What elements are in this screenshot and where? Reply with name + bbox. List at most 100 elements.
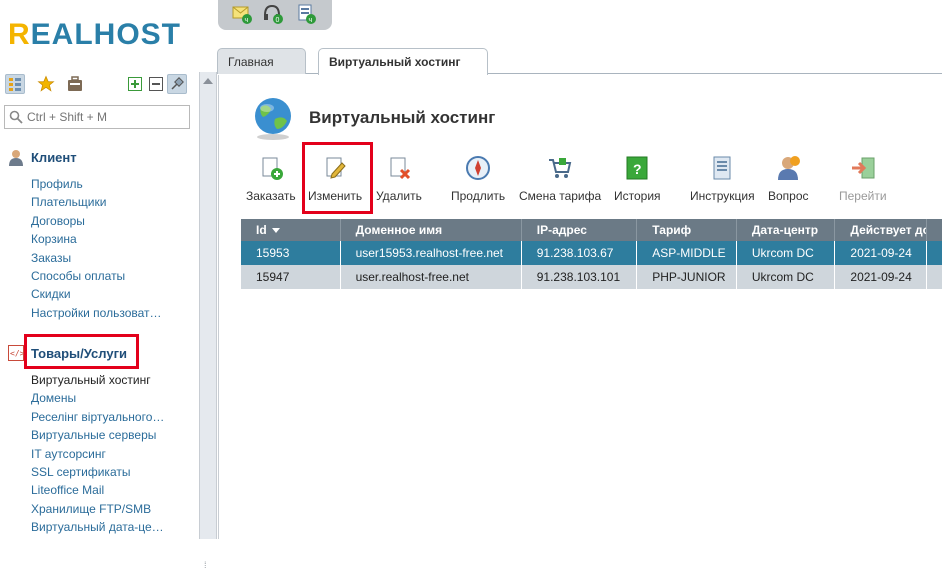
realhost-logo[interactable]: REALHOST [8, 20, 181, 50]
cell-domain: user15953.realhost-free.net [341, 241, 522, 265]
sidebar-item-profile[interactable]: Профиль [31, 175, 162, 193]
change-tariff-button-label: Смена тарифа [519, 189, 602, 203]
table-row[interactable]: 15947 user.realhost-free.net 91.238.103.… [241, 265, 942, 289]
sort-desc-icon [271, 228, 280, 234]
column-header-id[interactable]: Id [241, 219, 341, 241]
delete-button[interactable]: Удалить [376, 155, 422, 203]
tab-home[interactable]: Главная [217, 48, 306, 74]
client-user-icon [9, 149, 23, 166]
briefcase-icon[interactable] [65, 74, 85, 94]
goto-button-label: Перейти [839, 189, 887, 203]
column-header-extra [927, 219, 942, 241]
sidebar-item-ftp-storage[interactable]: Хранилище FTP/SMB [31, 500, 164, 518]
sidebar-item-contracts[interactable]: Договоры [31, 212, 162, 230]
change-tariff-button[interactable]: Смена тарифа [519, 155, 601, 203]
page-header: Виртуальный хостинг [249, 95, 495, 141]
tab-virtual-hosting[interactable]: Виртуальный хостинг✕ [318, 48, 488, 95]
cell-id: 15953 [241, 241, 341, 265]
sidebar-item-it-outsourcing[interactable]: IT аутсорсинг [31, 445, 164, 463]
goto-icon [851, 157, 875, 179]
hosting-table: Id Доменное имя IP-адрес Тариф Дата-цент… [241, 219, 942, 289]
sidebar-item-virtual-datacenter[interactable]: Виртуальный дата-це… [31, 518, 164, 536]
sidebar-item-payers[interactable]: Плательщики [31, 193, 162, 211]
search-input[interactable] [27, 110, 187, 124]
sidebar-toolbar [5, 74, 190, 96]
messages-icon[interactable]: ч [231, 3, 253, 25]
cell-extra [927, 241, 942, 265]
pin-icon[interactable] [167, 74, 187, 94]
sidebar-item-user-settings[interactable]: Настройки пользоват… [31, 304, 162, 322]
client-nav-list: Профиль Плательщики Договоры Корзина Зак… [31, 175, 162, 322]
cell-domain: user.realhost-free.net [341, 265, 522, 289]
sidebar-item-liteoffice-mail[interactable]: Liteoffice Mail [31, 481, 164, 499]
delete-icon [390, 157, 410, 180]
history-button-label: История [614, 189, 661, 203]
tab-bar: Главная Виртуальный хостинг✕ [217, 48, 942, 95]
globe-icon [255, 98, 291, 140]
support-headset-icon[interactable]: 0 [262, 3, 284, 25]
sidebar-splitter[interactable]: ⁞ [199, 72, 217, 570]
sidebar-item-orders[interactable]: Заказы [31, 249, 162, 267]
scroll-up-arrow-icon[interactable] [203, 78, 213, 84]
column-header-valid-until[interactable]: Действует до [835, 219, 927, 241]
tab-virtual-hosting-label: Виртуальный хостинг [329, 55, 461, 69]
svg-text:?: ? [633, 161, 642, 177]
sidebar: REALHOST Клиент Профиль Плательщики Дого [0, 0, 199, 539]
page-title: Виртуальный хостинг [309, 108, 496, 127]
highlight-services-box [24, 334, 139, 369]
documents-icon[interactable]: ч [295, 3, 317, 25]
instruction-button-label: Инструкция [690, 189, 755, 203]
cell-tariff: ASP-MIDDLE [637, 241, 737, 265]
cell-ip: 91.238.103.101 [522, 265, 638, 289]
support-badge: 0 [276, 17, 280, 24]
delete-button-label: Удалить [376, 189, 422, 203]
search-icon [9, 110, 23, 124]
expand-all-icon[interactable] [125, 74, 145, 94]
sidebar-item-cart[interactable]: Корзина [31, 230, 162, 248]
goto-button[interactable]: Перейти [839, 155, 887, 203]
messages-badge: ч [245, 17, 249, 24]
section-client[interactable]: Клиент [8, 147, 77, 167]
favorites-star-icon[interactable] [36, 74, 56, 94]
tree-view-icon[interactable] [5, 74, 25, 94]
order-button[interactable]: Заказать [246, 155, 296, 203]
cell-tariff: PHP-JUNIOR [637, 265, 737, 289]
order-button-label: Заказать [246, 189, 296, 203]
sidebar-item-domains[interactable]: Домены [31, 389, 164, 407]
services-nav-list: Виртуальный хостинг Домены Реселінг вірт… [31, 371, 164, 537]
renew-button-label: Продлить [451, 189, 506, 203]
column-header-ip[interactable]: IP-адрес [522, 219, 638, 241]
svg-text:</>: </> [10, 349, 24, 358]
services-code-icon: </> [8, 345, 24, 361]
table-row[interactable]: 15953 user15953.realhost-free.net 91.238… [241, 241, 942, 265]
top-notification-bar: ч 0 ч [218, 0, 332, 30]
column-header-datacenter[interactable]: Дата-центр [737, 219, 836, 241]
cell-valid-until: 2021-09-24 [835, 265, 927, 289]
cell-valid-until: 2021-09-24 [835, 241, 927, 265]
column-header-domain[interactable]: Доменное имя [341, 219, 522, 241]
change-tariff-cart-icon [549, 158, 572, 178]
history-icon: ? [626, 156, 648, 180]
cell-id: 15947 [241, 265, 341, 289]
sidebar-search[interactable] [4, 105, 190, 129]
splitter-grip-icon[interactable]: ⁞ [204, 560, 207, 570]
sidebar-item-ssl[interactable]: SSL сертификаты [31, 463, 164, 481]
cell-datacenter: Ukrcom DC [737, 241, 836, 265]
cell-datacenter: Ukrcom DC [737, 265, 836, 289]
collapse-all-icon[interactable] [146, 74, 166, 94]
sidebar-item-discounts[interactable]: Скидки [31, 285, 162, 303]
renew-button[interactable]: Продлить [451, 155, 505, 203]
question-button-label: Вопрос [768, 189, 809, 203]
sidebar-item-payment-methods[interactable]: Способы оплаты [31, 267, 162, 285]
history-button[interactable]: ? История [614, 155, 661, 203]
instruction-button[interactable]: Инструкция [690, 155, 755, 203]
sidebar-item-vps[interactable]: Виртуальные серверы [31, 426, 164, 444]
question-button[interactable]: Вопрос [768, 155, 809, 203]
question-user-icon [778, 156, 801, 180]
documents-badge: ч [309, 17, 313, 24]
sidebar-item-virtual-hosting[interactable]: Виртуальный хостинг [31, 371, 164, 389]
column-header-tariff[interactable]: Тариф [637, 219, 737, 241]
sidebar-item-reseller[interactable]: Реселінг віртуального… [31, 408, 164, 426]
tab-home-label: Главная [228, 55, 274, 69]
table-header: Id Доменное имя IP-адрес Тариф Дата-цент… [241, 219, 942, 241]
